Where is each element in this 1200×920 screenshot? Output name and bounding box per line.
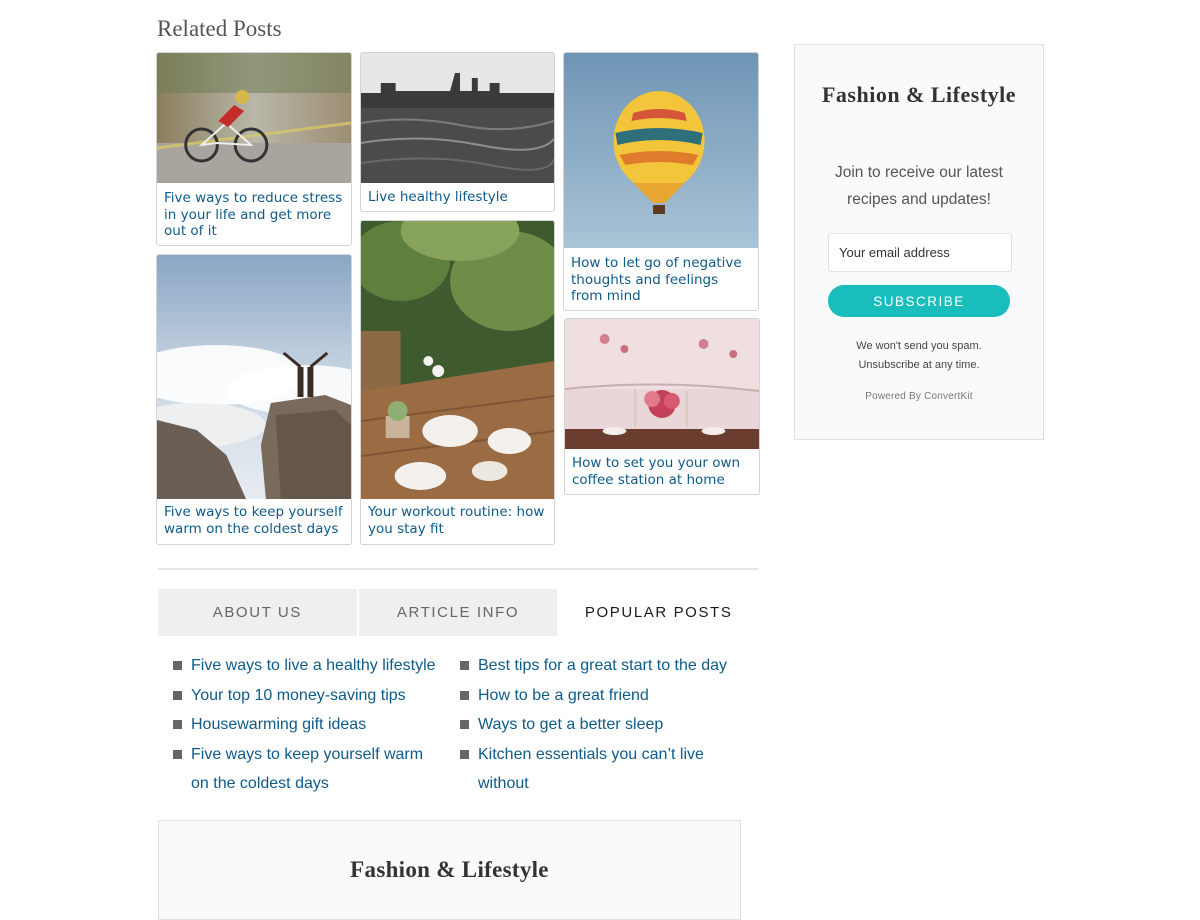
list-item: Five ways to keep yourself warm on the c… (173, 740, 441, 799)
mountain-clouds-couple-photo (157, 255, 351, 499)
square-bullet-icon (460, 661, 469, 670)
post-title-link[interactable]: Your workout routine: how you stay fit (368, 504, 548, 537)
list-item: Five ways to live a healthy lifestyle (173, 651, 453, 681)
post-thumbnail[interactable] (361, 221, 554, 499)
newsletter-title: Fashion & Lifestyle (350, 857, 549, 882)
subscribe-button[interactable]: SUBSCRIBE (828, 285, 1010, 317)
popular-posts-list-right: Best tips for a great start to the day H… (460, 651, 750, 799)
list-item: Housewarming gift ideas (173, 710, 453, 740)
tab-about-us[interactable]: ABOUT US (158, 589, 357, 636)
hot-air-balloon-photo (564, 53, 758, 248)
list-item: How to be a great friend (460, 681, 750, 711)
post-card[interactable]: How to let go of negative thoughts and f… (563, 52, 759, 311)
post-title-link[interactable]: How to let go of negative thoughts and f… (571, 255, 752, 305)
popular-post-link[interactable]: Housewarming gift ideas (191, 716, 366, 733)
square-bullet-icon (173, 720, 182, 730)
list-item: Ways to get a better sleep (460, 710, 750, 740)
popular-post-link[interactable]: How to be a great friend (478, 687, 649, 704)
post-card[interactable]: How to set you your own coffee station a… (564, 318, 760, 495)
post-card[interactable]: Your workout routine: how you stay fit (360, 220, 555, 545)
popular-post-link[interactable]: Your top 10 money-saving tips (191, 687, 406, 704)
post-title-link[interactable]: Five ways to reduce stress in your life … (164, 190, 345, 240)
list-item: Your top 10 money-saving tips (173, 681, 453, 711)
cyclist-photo (157, 53, 351, 183)
popular-post-link[interactable]: Five ways to live a healthy lifestyle (191, 657, 436, 674)
spam-notice-line: Unsubscribe at any time. (858, 359, 980, 371)
list-item: Best tips for a great start to the day (460, 651, 750, 681)
post-card[interactable]: Live healthy lifestyle (360, 52, 555, 212)
post-thumbnail[interactable] (157, 255, 351, 499)
square-bullet-icon (173, 749, 182, 759)
spam-notice: We won't send you spam. Unsubscribe at a… (805, 337, 1033, 375)
post-thumbnail[interactable] (564, 53, 758, 248)
garden-table-tea-photo (361, 221, 554, 499)
post-card[interactable]: Five ways to keep yourself warm on the c… (156, 254, 352, 545)
newsletter-title: Fashion & Lifestyle (821, 82, 1017, 107)
popular-post-link[interactable]: Best tips for a great start to the day (478, 657, 727, 674)
related-posts-title: Related Posts (157, 16, 282, 41)
square-bullet-icon (173, 690, 182, 700)
powered-by-link[interactable]: Powered By ConvertKit (805, 391, 1033, 402)
list-item: Kitchen essentials you can’t live withou… (460, 740, 738, 799)
email-field[interactable] (828, 233, 1012, 272)
newsletter-sidebar: Fashion & Lifestyle Join to receive our … (794, 44, 1044, 440)
popular-post-link[interactable]: Five ways to keep yourself warm on the c… (191, 746, 423, 793)
post-thumbnail[interactable] (157, 53, 351, 183)
square-bullet-icon (460, 720, 469, 730)
tab-article-info[interactable]: ARTICLE INFO (358, 589, 558, 636)
post-thumbnail[interactable] (361, 53, 554, 183)
popular-post-link[interactable]: Kitchen essentials you can’t live withou… (478, 746, 704, 793)
square-bullet-icon (460, 749, 469, 759)
dinner-table-flowers-photo (565, 319, 759, 449)
square-bullet-icon (173, 661, 182, 670)
city-skyline-water-photo (361, 53, 554, 183)
post-title-link[interactable]: Live healthy lifestyle (368, 189, 548, 206)
newsletter-description: Join to receive our latest recipes and u… (834, 164, 1003, 208)
popular-post-link[interactable]: Ways to get a better sleep (478, 716, 663, 733)
popular-posts-list-left: Five ways to live a healthy lifestyle Yo… (173, 651, 453, 799)
spam-notice-line: We won't send you spam. (856, 340, 982, 352)
square-bullet-icon (460, 690, 469, 700)
post-title-link[interactable]: How to set you your own coffee station a… (572, 455, 753, 488)
newsletter-box-bottom: Fashion & Lifestyle (158, 820, 741, 920)
section-divider (158, 568, 758, 570)
info-tabs: ABOUT US ARTICLE INFO POPULAR POSTS (158, 589, 759, 636)
post-title-link[interactable]: Five ways to keep yourself warm on the c… (164, 504, 345, 537)
post-card[interactable]: Five ways to reduce stress in your life … (156, 52, 352, 246)
post-thumbnail[interactable] (565, 319, 759, 449)
tab-popular-posts[interactable]: POPULAR POSTS (559, 589, 759, 636)
